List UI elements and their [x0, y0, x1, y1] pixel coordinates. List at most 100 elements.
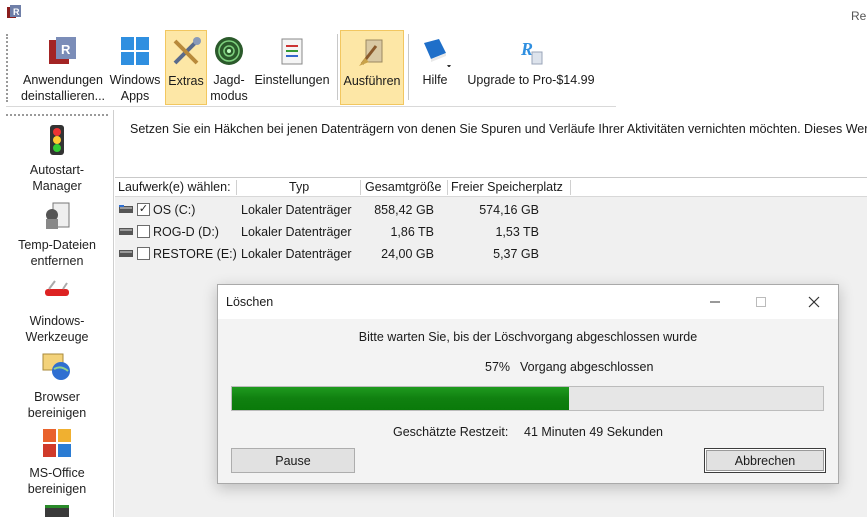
hunt-mode-button[interactable]: Jagd- modus [208, 30, 250, 105]
minimize-icon [710, 301, 720, 303]
column-header-type[interactable]: Typ [289, 180, 309, 194]
sidebar-label: Windows- [29, 314, 85, 328]
drive-free: 5,37 GB [493, 247, 539, 261]
sidebar: Autostart- Manager Temp-Dateien entferne… [0, 110, 114, 517]
drive-checkbox[interactable]: ✓ [137, 203, 150, 216]
extras-button[interactable]: Extras [165, 30, 207, 105]
progress-status-label: Vorgang abgeschlossen [520, 360, 654, 374]
column-header-drive[interactable]: Laufwerk(e) wählen: [118, 180, 231, 194]
sidebar-item-autostart[interactable]: Autostart- Manager [0, 123, 114, 194]
drive-icon [119, 205, 133, 213]
radar-icon [211, 33, 247, 69]
progress-bar [231, 386, 824, 411]
sidebar-item-browser[interactable]: Browser bereinigen [0, 350, 114, 421]
drive-row[interactable]: ✓ OS (C:) Lokaler Datenträger 858,42 GB 574,… [115, 199, 867, 221]
uninstall-apps-icon: R [45, 33, 81, 69]
help-label: Hilfe [422, 73, 448, 87]
sidebar-label: Manager [32, 179, 82, 193]
uninstall-apps-label-1: Anwendungen [23, 73, 103, 87]
dialog-title-bar[interactable]: Löschen [218, 285, 838, 319]
drive-total: 1,86 TB [390, 225, 434, 239]
column-header-total[interactable]: Gesamtgröße [365, 180, 441, 194]
cancel-button[interactable]: Abbrechen [704, 448, 826, 473]
windows-apps-button[interactable]: Windows Apps [107, 30, 163, 105]
more-tools-icon [45, 505, 69, 517]
eta-value: 41 Minuten 49 Sekunden [524, 425, 663, 439]
uninstall-apps-button[interactable]: R Anwendungen deinstallieren... [14, 30, 112, 105]
toolbar-separator [337, 34, 338, 100]
sidebar-label: MS-Office [29, 466, 85, 480]
toolbar-grip[interactable] [6, 34, 9, 102]
swiss-knife-icon [40, 274, 74, 308]
help-button[interactable]: Hilfe [411, 30, 459, 105]
run-button[interactable]: Ausführen [340, 30, 404, 105]
drive-name: ROG-D (D:) [153, 225, 219, 239]
upgrade-button[interactable]: R Upgrade to Pro-$14.99 [461, 30, 601, 105]
column-divider[interactable] [360, 180, 361, 195]
main-toolbar: R Anwendungen deinstallieren... Windows … [6, 30, 616, 107]
broom-run-icon [354, 34, 390, 70]
hunt-mode-label-2: modus [210, 89, 248, 103]
svg-text:R: R [520, 39, 533, 59]
column-header-free[interactable]: Freier Speicherplatz [451, 180, 563, 194]
sidebar-label: Temp-Dateien [18, 238, 96, 252]
title-bar: R Re [0, 0, 867, 30]
progress-percent: 57% [485, 360, 511, 374]
column-divider[interactable] [236, 180, 237, 195]
traffic-light-icon [40, 123, 74, 157]
progress-bar-fill [232, 387, 569, 410]
eta-label: Geschätzte Restzeit: [393, 425, 509, 439]
windows-logo-icon [117, 33, 153, 69]
close-button[interactable] [791, 285, 837, 319]
column-divider[interactable] [447, 180, 448, 195]
drive-checkbox[interactable] [137, 225, 150, 238]
settings-button[interactable]: Einstellungen [252, 30, 332, 105]
drive-checkbox[interactable] [137, 247, 150, 260]
hunt-mode-label-1: Jagd- [213, 73, 245, 87]
tools-icon [168, 34, 204, 70]
drive-total: 858,42 GB [374, 203, 434, 217]
drive-free: 574,16 GB [479, 203, 539, 217]
drive-type: Lokaler Datenträger [241, 247, 352, 261]
uninstall-apps-label-2: deinstallieren... [20, 89, 106, 103]
settings-label: Einstellungen [254, 73, 330, 87]
drive-type: Lokaler Datenträger [241, 225, 352, 239]
drive-name: RESTORE (E:) [153, 247, 237, 261]
sidebar-label: Autostart- [29, 163, 85, 177]
sidebar-label: Browser [34, 390, 80, 404]
sidebar-label: bereinigen [27, 406, 87, 420]
sidebar-item-ms-office[interactable]: MS-Office bereinigen [0, 426, 114, 497]
office-icon [40, 426, 74, 460]
drive-free: 1,53 TB [495, 225, 539, 239]
minimize-button[interactable] [692, 285, 738, 319]
sidebar-label: entfernen [30, 254, 84, 268]
toolbar-separator [408, 34, 409, 100]
drive-row[interactable]: RESTORE (E:) Lokaler Datenträger 24,00 GB 5… [115, 243, 867, 265]
sidebar-label: bereinigen [27, 482, 87, 496]
drive-name: OS (C:) [153, 203, 196, 217]
maximize-button [738, 285, 784, 319]
pause-button[interactable]: Pause [231, 448, 355, 473]
drive-total: 24,00 GB [381, 247, 434, 261]
instructions-text: Setzen Sie ein Häkchen bei jenen Datentr… [130, 122, 867, 136]
app-logo-icon: R [6, 4, 22, 20]
maximize-icon [756, 297, 766, 307]
help-book-icon [417, 33, 453, 69]
column-divider[interactable] [570, 180, 571, 195]
sidebar-item-windows-tools[interactable]: Windows- Werkzeuge [0, 274, 114, 345]
svg-text:R: R [13, 7, 20, 17]
drive-icon [119, 228, 133, 235]
drive-row[interactable]: ROG-D (D:) Lokaler Datenträger 1,86 TB 1,53… [115, 221, 867, 243]
upgrade-logo-icon: R [513, 33, 549, 69]
sidebar-item-temp-files[interactable]: Temp-Dateien entfernen [0, 198, 114, 269]
dialog-title: Löschen [226, 295, 274, 309]
run-label: Ausführen [343, 74, 401, 88]
windows-apps-label-1: Windows [109, 73, 161, 87]
window-title: Re [851, 9, 867, 23]
dialog-body: Bitte warten Sie, bis der Löschvorgang a… [218, 319, 838, 483]
sidebar-grip[interactable] [6, 114, 108, 116]
upgrade-label: Upgrade to Pro-$14.99 [467, 73, 595, 87]
svg-text:R: R [61, 42, 71, 57]
drive-icon [119, 250, 133, 257]
dialog-message: Bitte warten Sie, bis der Löschvorgang a… [358, 330, 698, 344]
